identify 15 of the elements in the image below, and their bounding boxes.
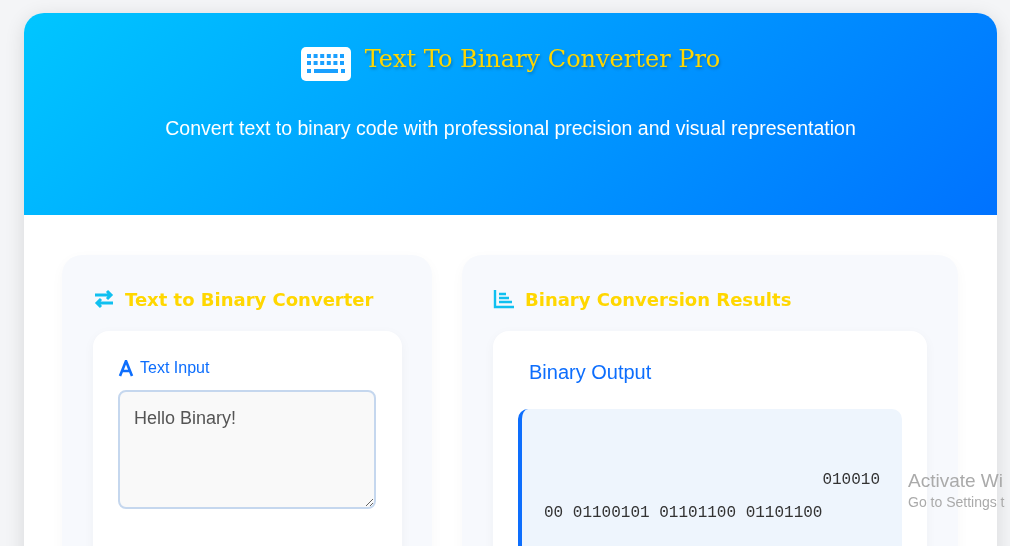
app-subtitle: Convert text to binary code with professional precision and visual representation	[165, 117, 856, 140]
binary-text: 010010	[822, 471, 880, 489]
field-label: Text Input	[140, 359, 210, 377]
app-title: Text To Binary Converter Pro	[364, 45, 721, 73]
watermark-hint: Go to Settings t	[908, 494, 1005, 510]
list-chart-icon	[493, 289, 515, 309]
watermark-title: Activate Wi	[908, 470, 1005, 492]
output-title: Binary Output	[528, 361, 653, 384]
binary-text: 00 01100101 01101100 01101100	[544, 504, 823, 522]
card-title: Text to Binary Converter	[125, 288, 374, 310]
keyboard-icon	[300, 47, 351, 81]
swap-arrows-icon	[93, 289, 115, 309]
font-icon	[118, 359, 134, 377]
text-input-field[interactable]: Hello Binary!	[118, 390, 376, 509]
card-title: Binary Conversion Results	[525, 288, 792, 310]
